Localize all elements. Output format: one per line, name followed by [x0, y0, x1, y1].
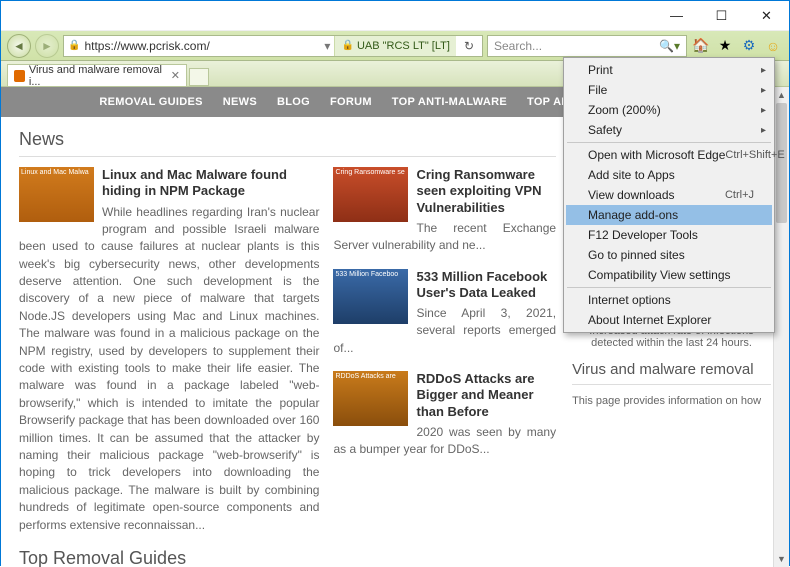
- maximize-button[interactable]: ☐: [699, 1, 744, 31]
- article-thumb: Cring Ransomware se: [333, 167, 408, 222]
- article[interactable]: 533 Million Faceboo 533 Million Facebook…: [333, 269, 556, 358]
- menu-separator: [567, 142, 771, 143]
- close-button[interactable]: ✕: [744, 1, 789, 31]
- lock-icon: 🔒: [68, 40, 80, 51]
- search-icon[interactable]: 🔍▾: [659, 39, 680, 53]
- news-heading: News: [19, 129, 556, 157]
- article[interactable]: Cring Ransomware se Cring Ransomware see…: [333, 167, 556, 255]
- tools-gear-icon[interactable]: ⚙: [739, 36, 759, 56]
- menu-zoom[interactable]: Zoom (200%): [566, 100, 772, 120]
- menu-separator: [567, 287, 771, 288]
- vmr-text: This page provides information on how: [572, 395, 771, 407]
- menu-open-edge[interactable]: Open with Microsoft EdgeCtrl+Shift+E: [566, 145, 772, 165]
- search-box[interactable]: Search... 🔍▾: [487, 35, 687, 57]
- menu-internet-options[interactable]: Internet options: [566, 290, 772, 310]
- nav-item[interactable]: NEWS: [223, 96, 257, 108]
- article-body: 2020 was seen by many as a bumper year f…: [333, 424, 556, 459]
- scroll-up-icon[interactable]: ▲: [774, 87, 789, 103]
- article[interactable]: Linux and Mac Malwa Linux and Mac Malwar…: [19, 167, 319, 534]
- vmr-heading: Virus and malware removal: [572, 361, 771, 385]
- article-thumb: 533 Million Faceboo: [333, 269, 408, 324]
- menu-about[interactable]: About Internet Explorer: [566, 310, 772, 330]
- top-removal-heading: Top Removal Guides: [19, 548, 556, 567]
- tools-menu: Print File Zoom (200%) Safety Open with …: [563, 57, 775, 333]
- menu-compat[interactable]: Compatibility View settings: [566, 265, 772, 285]
- article-thumb: Linux and Mac Malwa: [19, 167, 94, 222]
- menu-view-downloads[interactable]: View downloadsCtrl+J: [566, 185, 772, 205]
- search-placeholder: Search...: [494, 39, 659, 53]
- scroll-thumb[interactable]: [776, 103, 787, 223]
- menu-print[interactable]: Print: [566, 60, 772, 80]
- tab-close-icon[interactable]: ✕: [171, 69, 180, 82]
- article-thumb: RDDoS Attacks are: [333, 371, 408, 426]
- favicon-icon: [14, 70, 25, 82]
- article-body: While headlines regarding Iran's nuclear…: [19, 204, 319, 534]
- smiley-icon[interactable]: ☺: [763, 36, 783, 56]
- scroll-down-icon[interactable]: ▼: [774, 551, 789, 567]
- menu-pinned[interactable]: Go to pinned sites: [566, 245, 772, 265]
- forward-button[interactable]: ►: [35, 34, 59, 58]
- lock-icon: 🔒: [341, 40, 353, 51]
- nav-item[interactable]: TOP ANTI-MALWARE: [392, 96, 507, 108]
- article-body: The recent Exchange Server vulnerability…: [333, 220, 556, 255]
- article[interactable]: RDDoS Attacks are RDDoS Attacks are Bigg…: [333, 371, 556, 459]
- refresh-button[interactable]: ↻: [460, 39, 478, 53]
- menu-f12[interactable]: F12 Developer Tools: [566, 225, 772, 245]
- url-text: https://www.pcrisk.com/: [84, 39, 320, 53]
- menu-add-apps[interactable]: Add site to Apps: [566, 165, 772, 185]
- home-icon[interactable]: 🏠: [691, 36, 711, 56]
- address-bar[interactable]: 🔒 https://www.pcrisk.com/ ▾ 🔒 UAB "RCS L…: [63, 35, 483, 57]
- menu-safety[interactable]: Safety: [566, 120, 772, 140]
- menu-file[interactable]: File: [566, 80, 772, 100]
- nav-item[interactable]: REMOVAL GUIDES: [99, 96, 202, 108]
- new-tab-button[interactable]: [189, 68, 209, 86]
- certificate-badge[interactable]: 🔒 UAB "RCS LT" [LT]: [334, 36, 456, 56]
- dropdown-icon[interactable]: ▾: [324, 39, 330, 53]
- tab-title: Virus and malware removal i...: [29, 64, 163, 88]
- nav-item[interactable]: FORUM: [330, 96, 372, 108]
- nav-item[interactable]: BLOG: [277, 96, 310, 108]
- browser-tab[interactable]: Virus and malware removal i... ✕: [7, 64, 187, 86]
- minimize-button[interactable]: —: [654, 1, 699, 31]
- favorites-icon[interactable]: ★: [715, 36, 735, 56]
- window-titlebar: — ☐ ✕: [1, 1, 789, 31]
- menu-manage-addons[interactable]: Manage add-ons: [566, 205, 772, 225]
- back-button[interactable]: ◄: [7, 34, 31, 58]
